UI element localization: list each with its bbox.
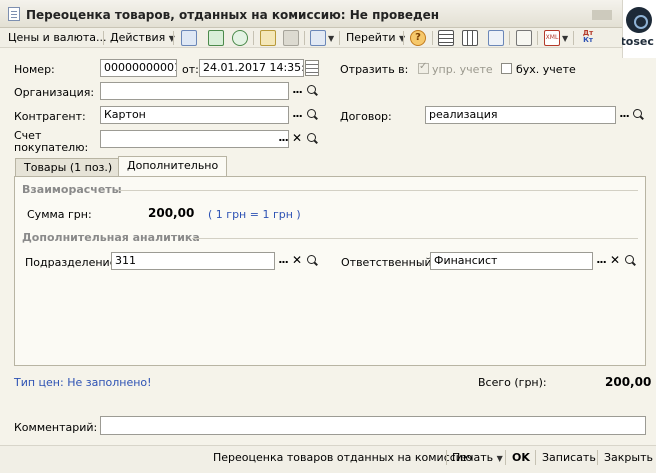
organization-select-button[interactable]: ...	[290, 82, 304, 100]
search-icon[interactable]	[305, 82, 319, 100]
section-divider	[192, 238, 638, 239]
contract-select-button[interactable]: ...	[617, 106, 631, 124]
number-label: Номер:	[14, 63, 55, 76]
acc-accounting-label: бух. учете	[516, 63, 576, 76]
preview-icon[interactable]	[488, 30, 504, 46]
section-title-analytics: Дополнительная аналитика	[22, 231, 200, 244]
total-value: 200,00	[605, 375, 652, 389]
search-icon[interactable]	[631, 106, 645, 124]
structure-icon[interactable]	[310, 30, 326, 46]
responsible-field[interactable]: Финансист	[430, 252, 593, 270]
mgmt-accounting-checkbox[interactable]	[418, 61, 429, 74]
toolbar-separator	[339, 31, 340, 45]
contract-field[interactable]: реализация	[425, 106, 616, 124]
search-icon[interactable]	[623, 252, 637, 270]
goto-menu-button[interactable]: Перейти ▼	[346, 31, 405, 44]
price-type-link[interactable]: Тип цен: Не заполнено!	[14, 376, 152, 389]
calendar-icon[interactable]	[305, 60, 319, 76]
document-icon	[8, 7, 20, 21]
toolbar-separator	[509, 31, 510, 45]
comment-field[interactable]	[100, 416, 646, 435]
toolbar-separator	[597, 450, 598, 465]
toolbar-separator	[446, 450, 447, 465]
post-document-icon[interactable]	[208, 30, 224, 46]
date-field[interactable]: 24.01.2017 14:35:43	[199, 59, 304, 77]
refresh-icon[interactable]	[232, 30, 248, 46]
amount-label: Сумма грн:	[27, 208, 92, 221]
buyer-account-label: покупателю:	[14, 141, 89, 154]
search-icon[interactable]	[305, 106, 319, 124]
columns-icon[interactable]	[462, 30, 478, 46]
search-icon[interactable]	[305, 130, 319, 148]
toolbar-separator	[432, 31, 433, 45]
prices-currency-button[interactable]: Цены и валюта...	[8, 31, 106, 44]
section-divider	[118, 190, 638, 191]
section-title-settlements: Взаиморасчеты	[22, 183, 122, 196]
ok-button[interactable]: OK	[512, 451, 530, 464]
window-control-button[interactable]	[592, 10, 612, 20]
toolbar-separator	[173, 31, 174, 45]
toolbar-separator	[505, 450, 506, 465]
toolbar-separator	[535, 450, 536, 465]
report-icon[interactable]	[516, 30, 532, 46]
exchange-rate-link[interactable]: ( 1 грн = 1 грн )	[208, 208, 301, 221]
mgmt-accounting-label: упр. учете	[432, 63, 493, 76]
search-icon[interactable]	[305, 252, 319, 270]
buyer-account-field[interactable]	[100, 130, 289, 148]
amount-value: 200,00	[148, 206, 195, 220]
tab-additional[interactable]: Дополнительно	[118, 156, 228, 176]
acc-accounting-checkbox[interactable]	[501, 63, 512, 74]
responsible-select-button[interactable]: ...	[594, 252, 608, 270]
actions-menu-button[interactable]: Действия ▼	[110, 31, 175, 44]
clear-icon[interactable]: ✕	[290, 130, 304, 148]
tab-panel-additional	[14, 176, 646, 366]
table-icon[interactable]	[438, 30, 454, 46]
brand-logo-icon	[626, 7, 652, 33]
toolbar-separator	[573, 31, 574, 45]
buyer-account-select-button[interactable]: ...	[276, 130, 290, 148]
organization-field[interactable]	[100, 82, 289, 100]
division-field[interactable]: 311	[111, 252, 275, 270]
dt-kt-icon[interactable]: Дт Кт	[580, 30, 596, 46]
number-field[interactable]: 00000000001	[100, 59, 177, 77]
window-title: Переоценка товаров, отданных на комиссию…	[26, 8, 440, 22]
division-label: Подразделение:	[25, 256, 121, 269]
toolbar-separator	[403, 31, 404, 45]
print-menu-button[interactable]: Печать ▼	[452, 451, 503, 464]
chevron-down-icon: ▼	[496, 454, 503, 463]
xml-icon[interactable]: XML	[544, 30, 560, 46]
responsible-label: Ответственный:	[341, 256, 436, 269]
help-icon[interactable]: ?	[410, 30, 426, 46]
list-icon[interactable]	[181, 30, 197, 46]
toolbar-separator	[103, 31, 104, 45]
toolbar-separator	[304, 31, 305, 45]
tab-goods[interactable]: Товары (1 поз.)	[15, 158, 122, 176]
counterparty-field[interactable]: Картон	[100, 106, 289, 124]
fill-icon[interactable]	[260, 30, 276, 46]
toolbar-separator	[537, 31, 538, 45]
print-form-button[interactable]: Переоценка товаров отданных на комиссию	[213, 451, 472, 464]
comment-label: Комментарий:	[14, 421, 98, 434]
reflect-label: Отразить в:	[340, 63, 409, 76]
total-label: Всего (грн):	[478, 376, 547, 389]
contract-label: Договор:	[340, 110, 392, 123]
organization-label: Организация:	[14, 86, 95, 99]
clear-icon[interactable]: ✕	[608, 252, 622, 270]
save-button[interactable]: Записать	[542, 451, 596, 464]
chevron-down-icon[interactable]: ▼	[562, 34, 568, 43]
toolbar-separator	[253, 31, 254, 45]
clear-icon[interactable]: ✕	[290, 252, 304, 270]
date-label: от:	[182, 63, 199, 76]
division-select-button[interactable]: ...	[276, 252, 290, 270]
chevron-down-icon[interactable]: ▼	[328, 34, 334, 43]
close-button[interactable]: Закрыть	[604, 451, 653, 464]
counterparty-label: Контрагент:	[14, 110, 86, 123]
counterparty-select-button[interactable]: ...	[290, 106, 304, 124]
copy-icon[interactable]	[283, 30, 299, 46]
